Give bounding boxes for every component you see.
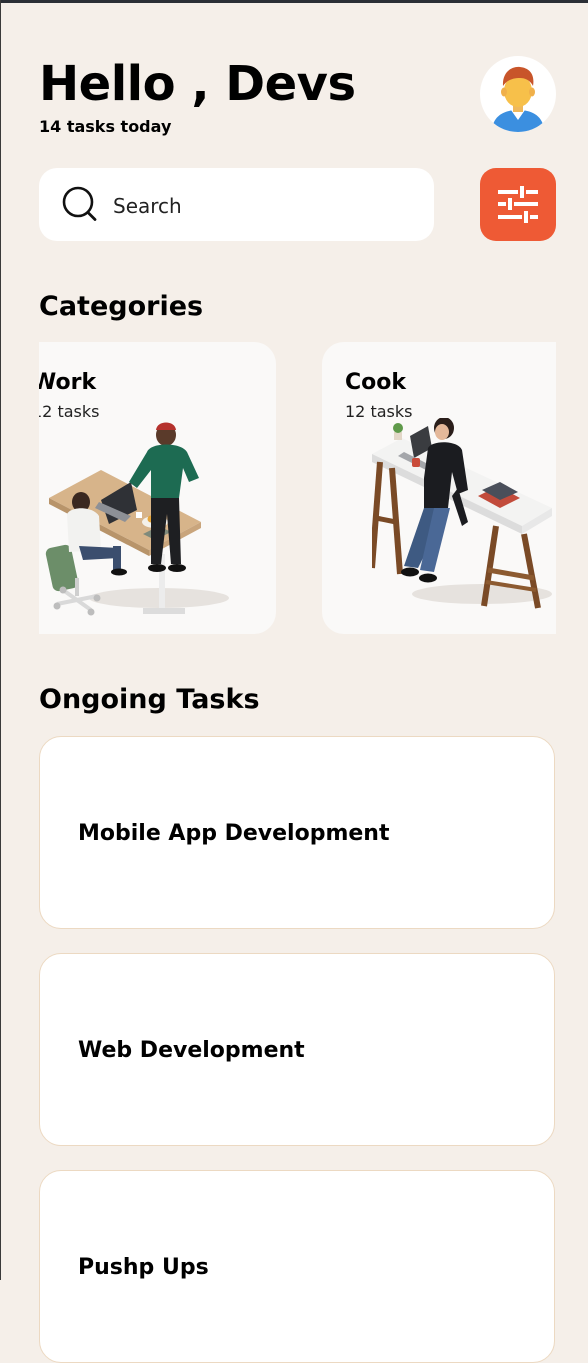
window-left-edge	[0, 0, 1, 1280]
profile-avatar[interactable]	[480, 56, 556, 132]
category-card-cook[interactable]: Cook 12 tasks	[322, 342, 556, 634]
ongoing-tasks-heading: Ongoing Tasks	[39, 684, 260, 715]
category-card-work[interactable]: Work 12 tasks	[39, 342, 276, 634]
kitchen-table-illustration	[372, 418, 552, 609]
task-card[interactable]: Mobile App Development	[39, 736, 555, 929]
category-name: Work	[39, 370, 97, 395]
task-title: Web Development	[78, 1038, 305, 1063]
task-card[interactable]: Web Development	[39, 953, 555, 1146]
window-top-edge	[0, 0, 588, 3]
categories-carousel[interactable]: Work 12 tasks	[39, 342, 556, 634]
search-icon	[62, 186, 97, 221]
tasks-today-subtitle: 14 tasks today	[39, 117, 172, 136]
greeting-title: Hello , Devs	[39, 56, 356, 112]
categories-heading: Categories	[39, 291, 204, 322]
search-input[interactable]	[111, 188, 415, 224]
task-card[interactable]: Pushp Ups	[39, 1170, 555, 1363]
filter-button[interactable]	[480, 168, 556, 241]
task-title: Mobile App Development	[78, 821, 390, 846]
search-bar	[39, 168, 434, 241]
office-desk-illustration	[45, 422, 229, 616]
sliders-icon	[498, 186, 538, 223]
task-title: Pushp Ups	[78, 1255, 209, 1280]
person-avatar-icon	[492, 66, 544, 132]
category-name: Cook	[345, 370, 407, 395]
